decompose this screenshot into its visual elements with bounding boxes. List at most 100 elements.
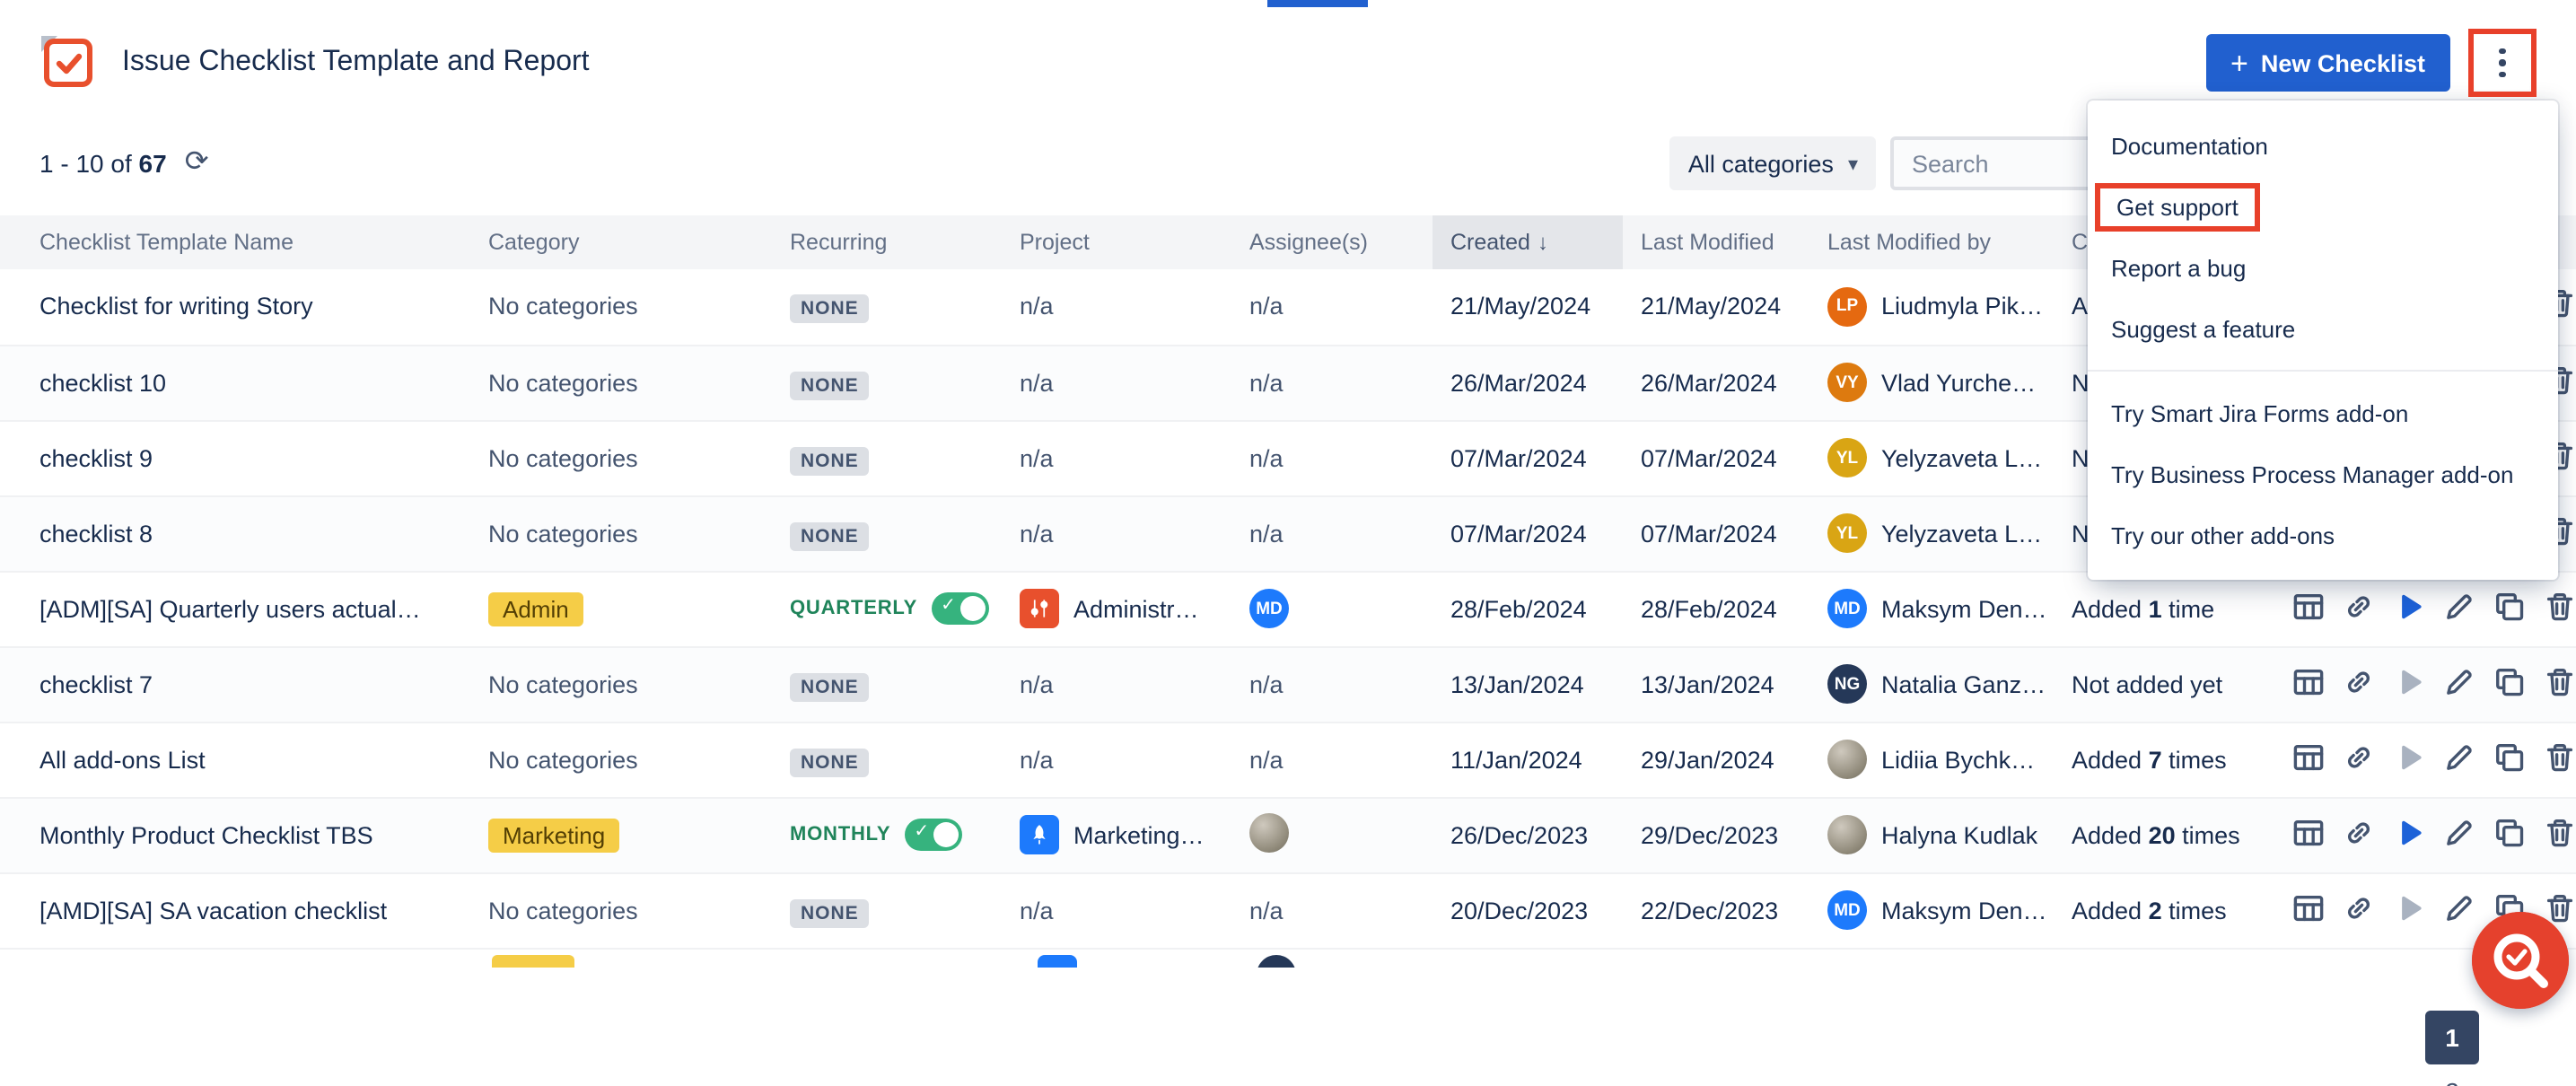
menu-item-documentation[interactable]: Documentation [2088,115,2558,176]
template-name-link[interactable]: [AMD][SA] SA vacation checklist [39,897,387,924]
copy-link-icon[interactable] [2341,740,2375,775]
delete-icon[interactable] [2542,590,2576,624]
modified-by-name: Vlad Yurche… [1881,369,2036,396]
column-header-last-modified[interactable]: Last Modified [1623,215,1809,269]
open-grid-report-icon[interactable] [2291,891,2325,925]
checklist-app-logo-icon [39,34,97,92]
more-options-kebab-button[interactable] [2475,36,2529,90]
copy-link-icon[interactable] [2341,816,2375,850]
delete-icon[interactable] [2542,816,2576,850]
refresh-icon[interactable]: ⟳ [185,149,209,178]
template-name-link[interactable]: checklist 10 [39,369,166,396]
edit-icon[interactable] [2441,816,2475,850]
category-badge: Marketing [488,818,619,852]
menu-item-try-business-process-manager-add-on[interactable]: Try Business Process Manager add-on [2088,443,2558,504]
edit-icon[interactable] [2441,665,2475,699]
avatar [1257,954,1296,967]
modified-by-name: Lidiia Bychk… [1881,746,2035,773]
modified-by-avatar: YL [1827,513,1867,553]
copy-link-icon[interactable] [2341,590,2375,624]
column-header-created[interactable]: Created↓ [1433,215,1623,269]
created-date: 26/Mar/2024 [1433,345,1623,420]
active-tab-indicator [1267,0,1368,7]
category-badge: Admin [488,591,583,626]
duplicate-icon[interactable] [2492,665,2526,699]
annotation-box-get-support: Get support [2095,182,2260,231]
page-button-1[interactable]: 1 [2425,1010,2479,1064]
menu-item-try-smart-jira-forms-add-on[interactable]: Try Smart Jira Forms add-on [2088,382,2558,443]
column-header-recurring[interactable]: Recurring [772,215,1002,269]
menu-item-try-our-other-add-ons[interactable]: Try our other add-ons [2088,504,2558,565]
run-now-icon[interactable] [2391,590,2425,624]
recurring-toggle[interactable]: ✓ [932,592,989,625]
menu-item-get-support[interactable]: Get support [2088,176,2558,237]
delete-icon[interactable] [2542,665,2576,699]
checklist-added-status: Added 7 times [2072,746,2227,773]
template-name-link[interactable]: All add-ons List [39,746,206,773]
checklist-added-status: Added 1 time [2072,595,2214,622]
run-now-icon[interactable] [2391,740,2425,775]
column-header-project[interactable]: Project [1002,215,1231,269]
menu-item-suggest-a-feature[interactable]: Suggest a feature [2088,298,2558,359]
category-filter-select[interactable]: All categories ▾ [1670,136,1876,190]
modified-date: 07/Mar/2024 [1623,420,1809,495]
template-name-link[interactable]: checklist 8 [39,520,153,547]
duplicate-icon[interactable] [2492,740,2526,775]
duplicate-icon[interactable] [2492,590,2526,624]
modified-date: 29/Jan/2024 [1623,722,1809,797]
column-header-checklist-template-name[interactable]: Checklist Template Name [0,215,470,269]
page-button-2[interactable]: 2 [2425,1064,2479,1086]
modified-by-name: Yelyzaveta L… [1881,520,2042,547]
project-text: n/a [1020,369,1054,396]
open-grid-report-icon[interactable] [2291,740,2325,775]
edit-icon[interactable] [2441,590,2475,624]
delete-icon[interactable] [2542,740,2576,775]
project-text: n/a [1020,520,1054,547]
run-now-icon[interactable] [2391,816,2425,850]
assignee-text: n/a [1249,670,1284,697]
recurring-toggle[interactable]: ✓ [905,819,962,851]
partial-next-row [0,949,2576,967]
menu-divider [2088,370,2558,372]
modified-by-photo-avatar [1827,815,1867,854]
copy-link-icon[interactable] [2341,665,2375,699]
column-header-last-modified-by[interactable]: Last Modified by [1809,215,2054,269]
modified-date: 26/Mar/2024 [1623,345,1809,420]
template-name-link[interactable]: checklist 9 [39,444,153,471]
annotation-box-kebab [2468,29,2537,97]
table-row: [AMD][SA] SA vacation checklist No categ… [0,872,2576,948]
project-text: n/a [1020,746,1054,773]
result-count: 1 - 10 of 67 ⟳ [39,149,209,178]
modified-by-avatar: NG [1827,664,1867,704]
new-checklist-button[interactable]: + New Checklist [2205,34,2450,92]
edit-icon[interactable] [2441,891,2475,925]
copy-link-icon[interactable] [2341,891,2375,925]
recurring-none-badge: NONE [790,521,870,550]
template-name-link[interactable]: Monthly Product Checklist TBS [39,821,373,848]
assignee-photo-avatar [1249,812,1289,852]
sort-descending-icon: ↓ [1538,230,1548,255]
open-grid-report-icon[interactable] [2291,816,2325,850]
recurring-none-badge: NONE [790,295,870,324]
plus-icon: + [2230,48,2248,78]
page-title: Issue Checklist Template and Report [122,47,590,79]
run-now-icon[interactable] [2391,891,2425,925]
open-grid-report-icon[interactable] [2291,590,2325,624]
checklist-search-fab[interactable] [2472,912,2569,1009]
duplicate-icon[interactable] [2492,816,2526,850]
open-grid-report-icon[interactable] [2291,665,2325,699]
column-header-category[interactable]: Category [470,215,772,269]
category-text: No categories [488,369,638,396]
modified-date: 13/Jan/2024 [1623,646,1809,722]
template-name-link[interactable]: checklist 7 [39,670,153,697]
edit-icon[interactable] [2441,740,2475,775]
menu-item-report-a-bug[interactable]: Report a bug [2088,237,2558,298]
category-badge [492,954,574,967]
assignee-text: n/a [1249,897,1284,924]
column-header-assignee-s[interactable]: Assignee(s) [1231,215,1433,269]
template-name-link[interactable]: Checklist for writing Story [39,293,313,320]
template-name-link[interactable]: [ADM][SA] Quarterly users actual… [39,595,421,622]
created-date: 07/Mar/2024 [1433,420,1623,495]
chevron-down-icon: ▾ [1848,152,1858,175]
run-now-icon[interactable] [2391,665,2425,699]
